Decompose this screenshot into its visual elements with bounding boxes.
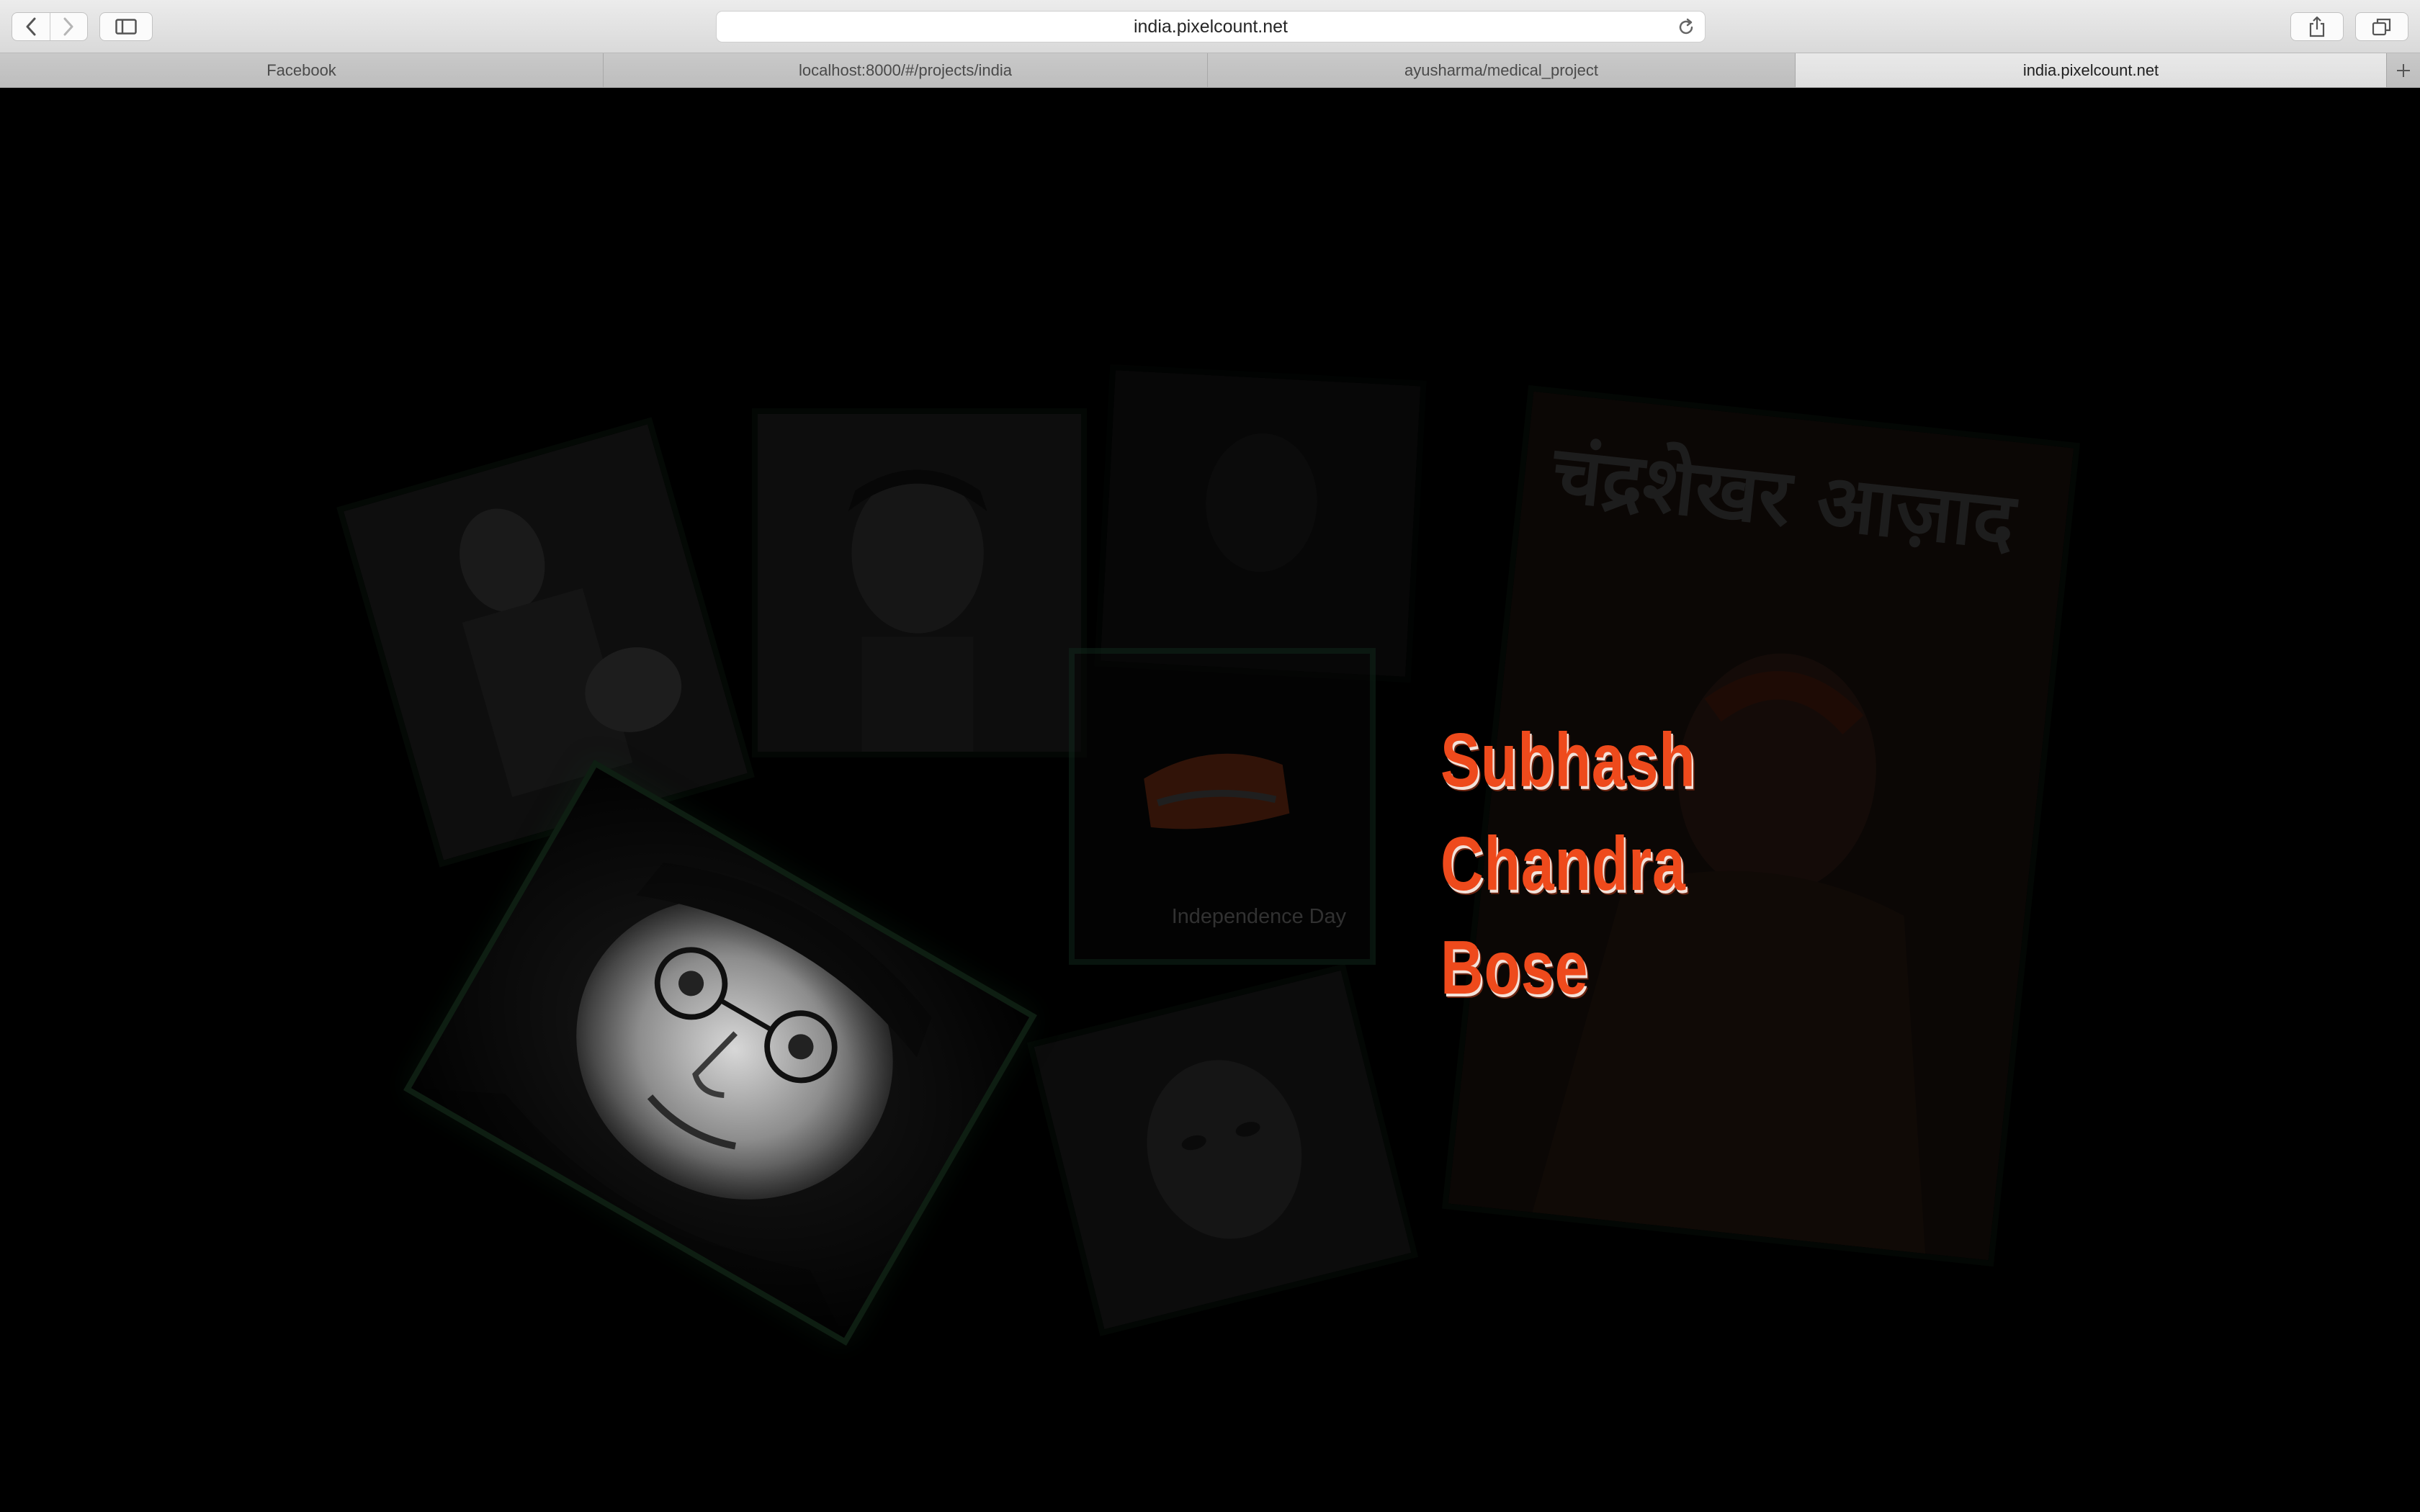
tab-label: ayusharma/medical_project — [1404, 60, 1599, 79]
portrait-photo-sketch[interactable] — [752, 408, 1087, 757]
tab-label: localhost:8000/#/projects/india — [799, 60, 1012, 79]
plus-icon — [2397, 63, 2410, 77]
portrait-photo-woman[interactable] — [336, 417, 755, 868]
back-button[interactable] — [12, 13, 50, 40]
sidebar-button[interactable] — [99, 12, 153, 41]
sidebar-icon — [115, 19, 137, 35]
share-button[interactable] — [2290, 12, 2344, 41]
tab-localhost[interactable]: localhost:8000/#/projects/india — [604, 53, 1208, 87]
tab-bar: Facebook localhost:8000/#/projects/india… — [0, 53, 2420, 88]
reload-icon — [1679, 18, 1693, 35]
navigation-buttons — [12, 12, 88, 41]
tabs-overview-icon — [2372, 18, 2391, 36]
independence-day-card[interactable]: Independence Day — [1069, 648, 1376, 965]
page-content: Independence Day चंद्रशेखर आज़ाद Subhash… — [0, 88, 2420, 1512]
reload-button[interactable] — [1676, 17, 1696, 37]
share-icon — [2309, 16, 2325, 37]
name-line-middle: Chandra — [1440, 822, 1686, 906]
chevron-left-icon — [26, 17, 36, 36]
name-line-first: Subhash — [1440, 718, 1696, 803]
new-tab-button[interactable] — [2387, 53, 2420, 87]
portrait-photo-bottom[interactable] — [1026, 963, 1419, 1336]
browser-toolbar: india.pixelcount.net — [0, 0, 2420, 53]
tab-india-pixelcount[interactable]: india.pixelcount.net — [1796, 53, 2387, 87]
chevron-right-icon — [63, 17, 73, 36]
forward-button[interactable] — [49, 13, 88, 40]
portrait-photo-faded[interactable] — [1094, 364, 1427, 683]
card-caption: Independence Day — [1172, 905, 1347, 928]
featured-person-name: Subhash Chandra Bose — [1440, 708, 1696, 1020]
tab-facebook[interactable]: Facebook — [0, 53, 604, 87]
tab-label: india.pixelcount.net — [2022, 60, 2159, 79]
address-url: india.pixelcount.net — [1133, 16, 1289, 37]
tab-overview-button[interactable] — [2355, 12, 2408, 41]
name-line-last: Bose — [1440, 925, 1589, 1010]
tab-label: Facebook — [266, 60, 336, 79]
tab-medical-project[interactable]: ayusharma/medical_project — [1208, 53, 1796, 87]
address-bar[interactable]: india.pixelcount.net — [716, 11, 1706, 42]
